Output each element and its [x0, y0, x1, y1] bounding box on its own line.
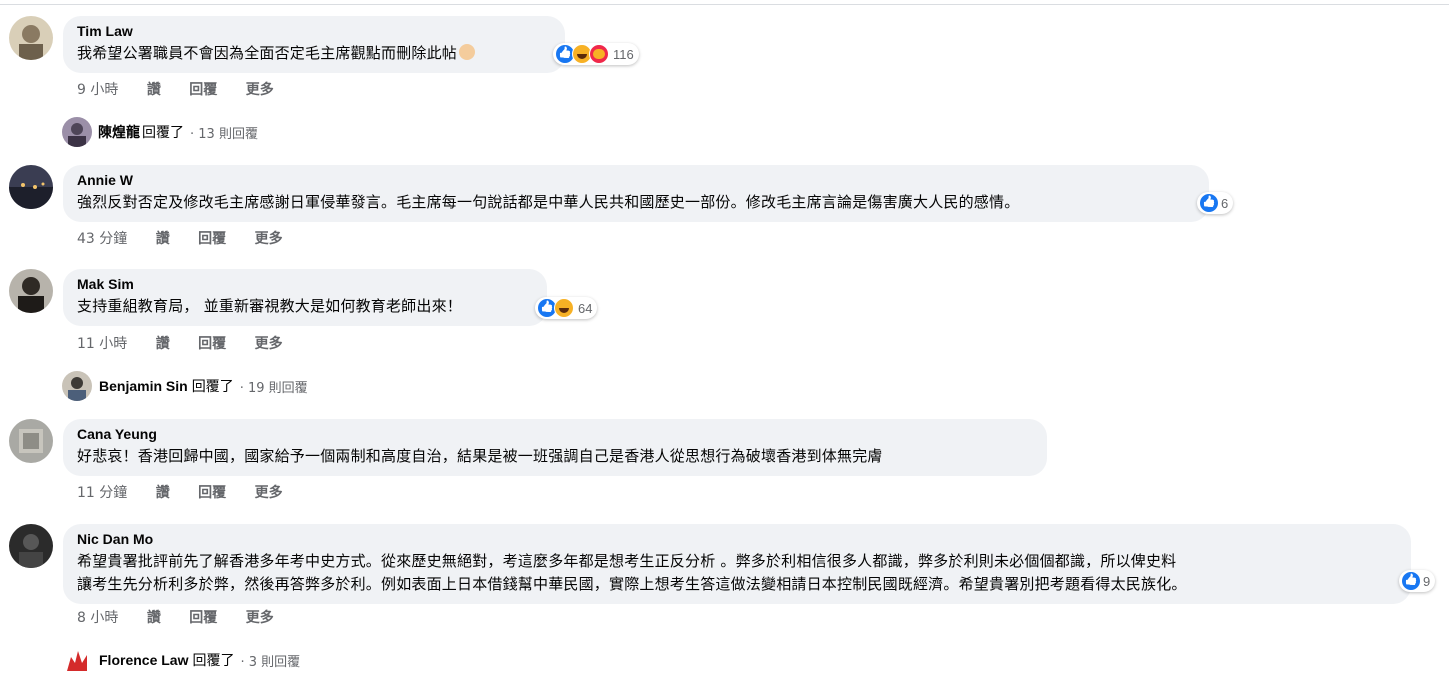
reaction-count: 6	[1221, 195, 1229, 211]
comment-time[interactable]: 43 分鐘	[77, 231, 127, 247]
haha-reaction-icon	[554, 298, 574, 318]
reply-count: · 3 則回覆	[240, 654, 301, 670]
comment-bubble: Tim Law 我希望公署職員不會因為全面否定毛主席觀點而刪除此帖	[63, 16, 565, 73]
reply-avatar	[62, 645, 92, 675]
reply-author: Benjamin Sin	[99, 378, 188, 394]
comment-bubble: Cana Yeung 好悲哀！香港回歸中國，國家給予一個兩制和高度自治，結果是被…	[63, 419, 1047, 476]
comment-text: 好悲哀！香港回歸中國，國家給予一個兩制和高度自治，結果是被一班强調自己是香港人從…	[77, 447, 883, 465]
comment-bubble: Annie W 強烈反對否定及修改毛主席感謝日軍侵華發言。毛主席每一句說話都是中…	[63, 165, 1209, 222]
reply-button[interactable]: 回覆	[198, 485, 226, 501]
more-button[interactable]: 更多	[255, 231, 283, 247]
comment-bubble: Mak Sim 支持重組教育局， 並重新審視教大是如何教育老師出來！	[63, 269, 547, 326]
more-button[interactable]: 更多	[246, 82, 274, 98]
view-replies-link[interactable]: Benjamin Sin 回覆了 · 19 則回覆	[62, 371, 308, 401]
avatar[interactable]	[9, 16, 53, 60]
comment-time[interactable]: 8 小時	[77, 610, 118, 626]
reply-author: 陳煌龍	[98, 124, 140, 140]
reaction-summary[interactable]: 9	[1399, 570, 1436, 592]
comment-text: 支持重組教育局， 並重新審視教大是如何教育老師出來！	[77, 297, 462, 315]
comment-text: 我希望公署職員不會因為全面否定毛主席觀點而刪除此帖	[77, 44, 458, 62]
reply-avatar	[62, 371, 92, 401]
comment-actions: 11 分鐘 讚 回覆 更多	[77, 482, 307, 502]
comment-text-line-1: 希望貴署批評前先了解香港多年考中史方式。從來歷史無絕對，考這麼多年都是想考生正反…	[77, 552, 1177, 570]
love-reaction-icon	[589, 44, 609, 64]
comment-author[interactable]: Cana Yeung	[77, 426, 1033, 443]
reply-button[interactable]: 回覆	[189, 82, 217, 98]
comment-time[interactable]: 9 小時	[77, 82, 118, 98]
reaction-summary[interactable]: 64	[535, 297, 598, 319]
like-button[interactable]: 讚	[147, 82, 161, 98]
comment-time[interactable]: 11 分鐘	[77, 485, 127, 501]
reply-button[interactable]: 回覆	[189, 610, 217, 626]
reply-verb: 回覆了	[192, 653, 235, 669]
reply-button[interactable]: 回覆	[198, 336, 226, 352]
view-replies-link[interactable]: 陳煌龍 回覆了 · 13 則回覆	[62, 117, 258, 147]
reply-avatar	[62, 117, 92, 147]
like-button[interactable]: 讚	[156, 485, 170, 501]
hand-emoji-icon	[459, 44, 476, 60]
comment-author[interactable]: Nic Dan Mo	[77, 531, 1397, 548]
reply-author: Florence Law	[99, 652, 189, 668]
comment-author[interactable]: Tim Law	[77, 23, 551, 40]
comment-actions: 11 小時 讚 回覆 更多	[77, 333, 307, 353]
like-reaction-icon	[1401, 571, 1421, 591]
comment-actions: 43 分鐘 讚 回覆 更多	[77, 228, 307, 248]
top-divider	[0, 4, 1449, 5]
reaction-count: 64	[578, 300, 593, 316]
avatar[interactable]	[9, 419, 53, 463]
comment-actions: 8 小時 讚 回覆 更多	[77, 607, 298, 627]
reply-verb: 回覆了	[191, 379, 234, 395]
like-reaction-icon	[1199, 193, 1219, 213]
more-button[interactable]: 更多	[246, 610, 274, 626]
reaction-count: 9	[1423, 573, 1431, 589]
reaction-summary[interactable]: 6	[1197, 192, 1234, 214]
reply-count: · 19 則回覆	[239, 380, 308, 396]
comment-author[interactable]: Mak Sim	[77, 276, 533, 293]
avatar[interactable]	[9, 165, 53, 209]
more-button[interactable]: 更多	[255, 336, 283, 352]
comment-author[interactable]: Annie W	[77, 172, 1195, 189]
reaction-summary[interactable]: 116	[553, 43, 639, 65]
comment-text: 強烈反對否定及修改毛主席感謝日軍侵華發言。毛主席每一句說話都是中華人民共和國歷史…	[77, 193, 1020, 211]
reaction-count: 116	[613, 46, 634, 62]
avatar[interactable]	[9, 269, 53, 313]
like-button[interactable]: 讚	[156, 231, 170, 247]
comment-actions: 9 小時 讚 回覆 更多	[77, 79, 298, 99]
comment-bubble: Nic Dan Mo 希望貴署批評前先了解香港多年考中史方式。從來歷史無絕對，考…	[63, 524, 1411, 604]
reply-verb: 回覆了	[142, 125, 184, 141]
avatar[interactable]	[9, 524, 53, 568]
reply-count: · 13 則回覆	[190, 126, 258, 142]
comment-time[interactable]: 11 小時	[77, 336, 127, 352]
view-replies-link[interactable]: Florence Law 回覆了 · 3 則回覆	[62, 645, 300, 675]
more-button[interactable]: 更多	[255, 485, 283, 501]
reply-button[interactable]: 回覆	[198, 231, 226, 247]
like-button[interactable]: 讚	[156, 336, 170, 352]
like-button[interactable]: 讚	[147, 610, 161, 626]
comment-text-line-2: 讓考生先分析利多於弊，然後再答弊多於利。例如表面上日本借錢幫中華民國，實際上想考…	[77, 575, 1187, 593]
